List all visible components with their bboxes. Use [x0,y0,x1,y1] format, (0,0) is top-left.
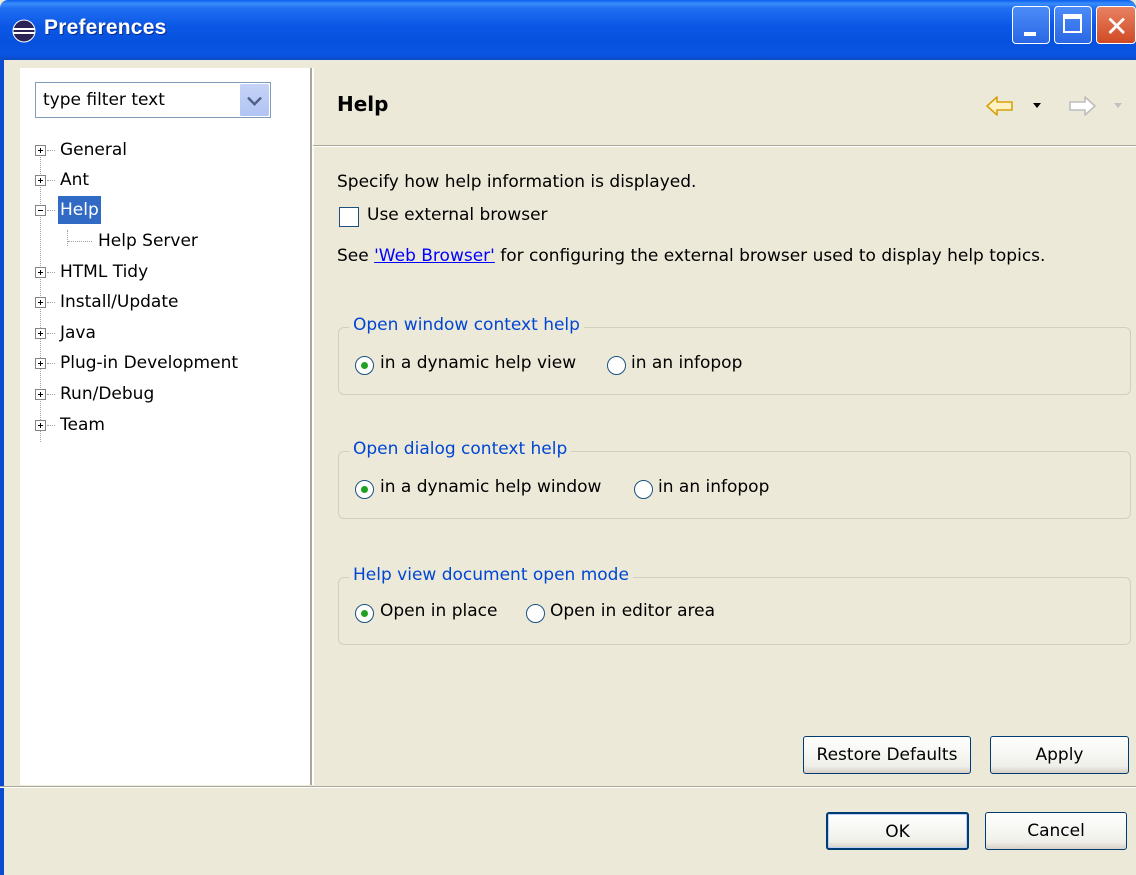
radio-infopop[interactable] [634,480,653,499]
radio-selected-dot [361,610,368,617]
radio-dynamic-help-window[interactable] [355,480,374,499]
tree-item-label: Help Server [98,231,198,251]
tree-item-label: Plug-in Development [60,353,239,373]
window-frame-left [0,60,4,875]
tree-item-label: Install/Update [60,292,179,312]
tree-item-label: Run/Debug [60,384,155,404]
expand-icon[interactable] [35,175,46,186]
tree-item-general[interactable]: General [20,136,310,164]
web-browser-link[interactable]: 'Web Browser' [374,246,495,266]
bottom-separator [0,786,1136,788]
radio-open-in-editor-area[interactable] [526,604,545,623]
expand-icon[interactable] [35,267,46,278]
tree-item-team[interactable]: Team [20,411,310,439]
radio-label[interactable]: in a dynamic help window [380,477,601,497]
tree-item-install-update[interactable]: Install/Update [20,288,310,316]
forward-history-dropdown-icon[interactable] [1114,103,1122,108]
apply-button[interactable]: Apply [990,736,1129,774]
tree-item-plugin-development[interactable]: Plug-in Development [20,349,310,377]
web-browser-hint: See 'Web Browser' for configuring the ex… [337,246,1045,266]
minimize-icon [1024,32,1036,36]
group-title: Open dialog context help [349,439,572,459]
group-title: Open window context help [349,315,584,335]
restore-defaults-button[interactable]: Restore Defaults [803,736,971,774]
tree-item-label: Help [58,196,101,224]
cancel-button[interactable]: Cancel [985,812,1127,850]
close-icon: ✕ [1105,10,1129,43]
tree-item-label: HTML Tidy [60,262,149,282]
window-title: Preferences [44,16,167,39]
expand-icon[interactable] [35,358,46,369]
page-title: Help [337,92,389,116]
back-history-dropdown-icon[interactable] [1033,103,1041,108]
radio-open-in-place[interactable] [355,604,374,623]
expand-icon[interactable] [35,389,46,400]
back-arrow-icon[interactable] [985,95,1015,117]
hint-prefix: See [337,246,375,266]
radio-label[interactable]: Open in place [380,601,497,621]
filter-input[interactable]: type filter text [43,90,165,110]
expand-icon[interactable] [35,328,46,339]
radio-label[interactable]: in an infopop [631,353,742,373]
external-browser-checkbox[interactable] [339,207,359,227]
radio-selected-dot [361,486,368,493]
tree-item-help[interactable]: Help [20,196,310,224]
radio-dynamic-help-view[interactable] [355,356,374,375]
radio-label[interactable]: Open in editor area [550,601,715,621]
tree-item-java[interactable]: Java [20,319,310,347]
forward-arrow-icon[interactable] [1067,95,1097,117]
title-bar[interactable]: Preferences ✕ [0,0,1136,60]
tree-item-label: Java [60,323,96,343]
radio-selected-dot [361,362,368,369]
tree-item-help-server[interactable]: Help Server [20,227,310,255]
tree-item-label: Team [60,415,105,435]
maximize-icon [1063,14,1082,33]
panel-splitter[interactable] [311,68,314,785]
document-open-mode-group: Help view document open mode Open in pla… [338,565,1131,645]
tree-item-run-debug[interactable]: Run/Debug [20,380,310,408]
radio-label[interactable]: in a dynamic help view [380,353,576,373]
eclipse-icon [12,19,36,43]
external-browser-label[interactable]: Use external browser [367,205,548,225]
expand-icon[interactable] [35,420,46,431]
ok-button[interactable]: OK [826,812,969,850]
hint-suffix: for configuring the external browser use… [494,246,1046,266]
radio-infopop[interactable] [607,356,626,375]
radio-label[interactable]: in an infopop [658,477,769,497]
minimize-button[interactable] [1012,6,1050,44]
tree-item-ant[interactable]: Ant [20,166,310,194]
dialog-context-help-group: Open dialog context help in a dynamic he… [338,439,1131,519]
filter-dropdown-button[interactable] [239,84,269,116]
header-separator [313,145,1136,147]
group-title: Help view document open mode [349,565,633,585]
expand-icon[interactable] [35,145,46,156]
preference-nav-panel: type filter text General Ant Help Help S… [20,68,311,785]
maximize-button[interactable] [1054,6,1092,44]
page-description: Specify how help information is displaye… [337,172,697,192]
tree-item-html-tidy[interactable]: HTML Tidy [20,258,310,286]
close-button[interactable]: ✕ [1096,6,1136,44]
filter-combo[interactable]: type filter text [35,82,271,118]
tree-item-label: Ant [60,170,90,190]
chevron-down-icon [247,91,262,106]
expand-icon[interactable] [35,297,46,308]
collapse-icon[interactable] [35,205,46,216]
tree-item-label: General [60,140,127,160]
window-context-help-group: Open window context help in a dynamic he… [338,315,1131,395]
